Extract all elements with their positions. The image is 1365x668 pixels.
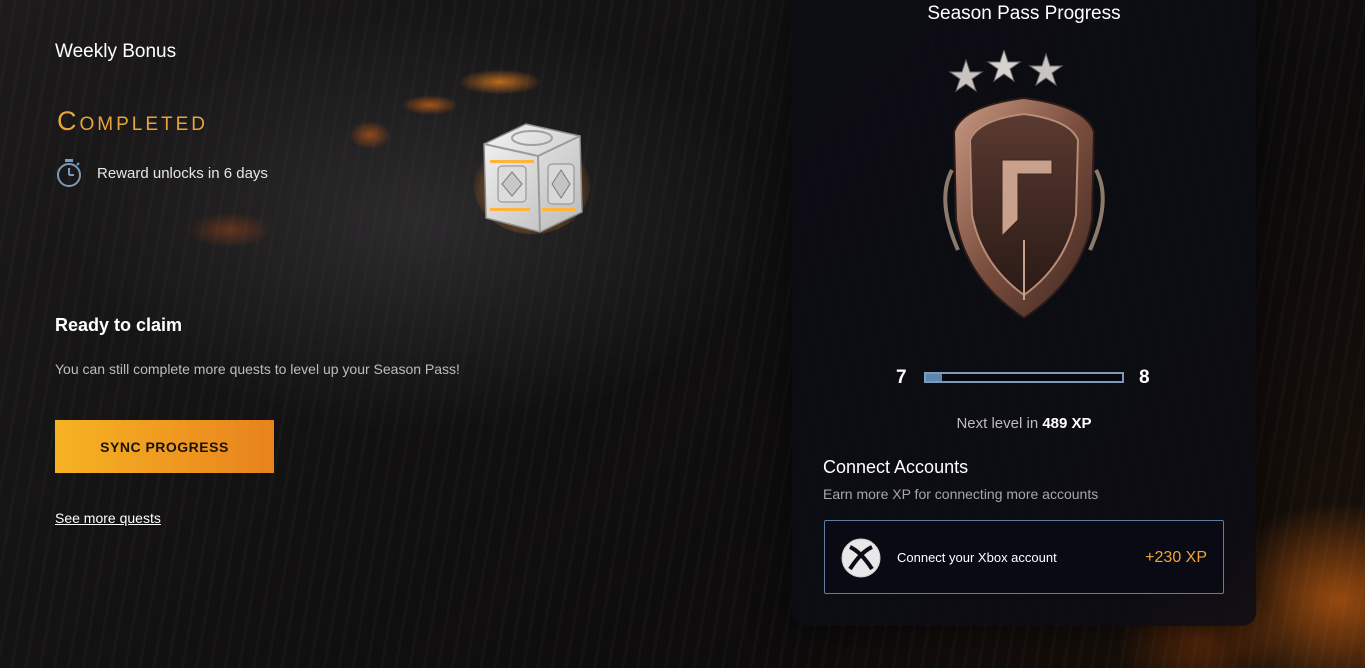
stopwatch-icon (57, 159, 81, 187)
next-level-xp: 489 XP (1042, 415, 1092, 432)
xbox-icon (841, 538, 881, 578)
reward-crate-icon (474, 123, 590, 234)
current-level: 7 (896, 367, 907, 388)
ready-to-claim-title: Ready to claim (55, 315, 183, 335)
level-progress-fill (926, 374, 942, 381)
connect-xbox-button[interactable]: Connect your Xbox account +230 XP (824, 520, 1224, 594)
level-progress: 7 8 (896, 367, 1156, 389)
completed-status: Completed (57, 106, 209, 136)
level-progress-bar (924, 372, 1124, 383)
reward-timer-text: Reward unlocks in 6 days (97, 164, 268, 182)
season-pass-panel: Season Pass Progress 7 8 Next level in 4… (792, 0, 1256, 626)
connect-xbox-xp: +230 XP (1145, 549, 1207, 566)
rank-shield-badge-icon (943, 50, 1105, 320)
next-level-text: Next level in 489 XP (792, 415, 1256, 432)
sync-progress-button[interactable]: SYNC PROGRESS (55, 420, 274, 473)
connect-xbox-label: Connect your Xbox account (897, 550, 1057, 565)
see-more-quests-link[interactable]: See more quests (55, 510, 161, 526)
next-level-prefix: Next level in (956, 415, 1039, 432)
weekly-bonus-title: Weekly Bonus (55, 41, 177, 62)
connect-accounts-subtitle: Earn more XP for connecting more account… (823, 486, 1099, 502)
ready-to-claim-description: You can still complete more quests to le… (55, 361, 460, 377)
connect-accounts-title: Connect Accounts (823, 457, 969, 477)
next-level-number: 8 (1139, 367, 1150, 388)
reward-timer: Reward unlocks in 6 days (55, 158, 268, 188)
season-pass-title: Season Pass Progress (927, 3, 1121, 24)
